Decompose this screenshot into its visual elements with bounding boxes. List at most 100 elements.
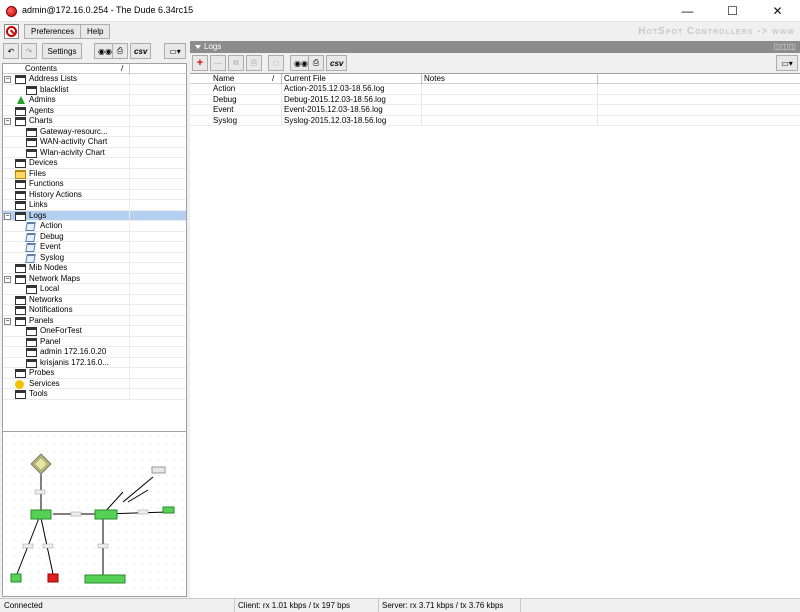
collapse-arrow-icon[interactable] — [195, 45, 201, 49]
remove-icon[interactable]: — — [210, 55, 226, 71]
table-row[interactable]: Action Action-2015.12.03-18.56.log — [190, 84, 800, 95]
tree-item-krisjanis-172-16-0[interactable]: krisjanis 172.16.0... — [3, 357, 186, 368]
title-bar: admin@172.16.0.254 - The Dude 6.34rc15 —… — [0, 0, 800, 22]
tree-item-debug[interactable]: Debug — [3, 231, 186, 242]
window-icon — [15, 390, 26, 399]
tree-item-devices[interactable]: Devices — [3, 158, 186, 169]
window-icon — [15, 264, 26, 273]
client-traffic: Client: rx 1.01 kbps / tx 197 bps — [238, 601, 351, 610]
tree-item-mib-nodes[interactable]: Mib Nodes — [3, 263, 186, 274]
log-icon — [25, 253, 36, 263]
view-menu-icon[interactable]: ▭▾ — [776, 55, 798, 71]
panel-title: Logs — [204, 42, 222, 51]
window-icon — [26, 327, 37, 336]
tree-item-event[interactable]: Event — [3, 242, 186, 253]
tree-item-admin-172-16-0-20[interactable]: admin 172.16.0.20 — [3, 347, 186, 358]
tree-item-probes[interactable]: Probes — [3, 368, 186, 379]
tree-item-agents[interactable]: Agents — [3, 105, 186, 116]
tree-item-label: Agents — [29, 105, 54, 115]
csv-export-button[interactable]: csv — [326, 55, 348, 71]
server-traffic: Server: rx 3.71 kbps / tx 3.76 kbps — [382, 601, 504, 610]
tree-header-contents[interactable]: Contents — [25, 64, 57, 73]
tree-item-files[interactable]: Files — [3, 168, 186, 179]
sort-icon: / — [121, 64, 124, 73]
tree-item-gateway-resourc[interactable]: Gateway-resourc... — [3, 126, 186, 137]
tree-item-label: Event — [40, 242, 61, 251]
print-icon[interactable]: ⎙ — [308, 55, 324, 71]
tree-item-blacklist[interactable]: blacklist — [3, 84, 186, 95]
settings-button[interactable]: Settings — [42, 43, 82, 59]
table-row[interactable]: Debug Debug-2015.12.03-18.56.log — [190, 94, 800, 105]
minimize-button[interactable]: — — [665, 0, 710, 22]
tree-item-label: Tools — [29, 389, 48, 398]
collapse-toggle-icon[interactable]: − — [4, 212, 11, 220]
window-icon — [15, 295, 26, 305]
window-icon — [15, 306, 26, 315]
collapse-toggle-icon[interactable]: − — [4, 275, 11, 283]
tree-item-network-maps[interactable]: − Network Maps — [3, 273, 186, 284]
window-icon — [26, 127, 37, 137]
window-icon — [26, 85, 37, 95]
tree-item-label: krisjanis 172.16.0... — [40, 357, 109, 367]
tree-item-functions[interactable]: Functions — [3, 179, 186, 190]
copy-icon[interactable]: ⧉ — [228, 55, 244, 71]
tree-item-label: Charts — [29, 116, 53, 125]
print-icon[interactable]: ⎙ — [112, 43, 128, 59]
paste-icon[interactable]: ⎙ — [246, 55, 262, 71]
log-name-cell: Syslog — [213, 115, 238, 125]
collapse-toggle-icon[interactable]: − — [4, 118, 11, 125]
tree-item-wlan-acivity-chart[interactable]: Wlan-acivity Chart — [3, 147, 186, 158]
redo-icon[interactable]: ↷ — [21, 43, 37, 59]
window-icon — [15, 106, 26, 116]
table-row[interactable]: Syslog Syslog-2015.12.03-18.56.log — [190, 115, 800, 126]
network-map-graphic — [10, 453, 175, 584]
tree-item-wan-activity-chart[interactable]: WAN-activity Chart — [3, 137, 186, 148]
tree-item-label: Files — [29, 168, 46, 178]
admin-icon — [15, 96, 26, 105]
view-menu-icon[interactable]: ▭▾ — [164, 43, 186, 59]
tree-item-panels[interactable]: − Panels — [3, 315, 186, 326]
tree-item-label: Logs — [29, 210, 47, 220]
tree-item-onefortest[interactable]: OneForTest — [3, 326, 186, 337]
tree-item-label: Functions — [29, 179, 64, 188]
table-row[interactable]: Event Event-2015.12.03-18.56.log — [190, 105, 800, 116]
column-name[interactable]: Name — [213, 74, 234, 83]
tree-item-label: WAN-activity Chart — [40, 137, 108, 146]
panel-layout-icons[interactable]: ◫◫◫ — [773, 42, 796, 51]
network-map-preview[interactable] — [2, 431, 187, 597]
tree-item-address-lists[interactable]: − Address Lists — [3, 74, 186, 85]
column-current-file[interactable]: Current File — [284, 74, 326, 83]
maximize-button[interactable]: ☐ — [710, 0, 755, 22]
close-button[interactable]: ✕ — [755, 0, 800, 22]
window-icon — [26, 337, 37, 347]
column-notes[interactable]: Notes — [424, 74, 445, 83]
tree-item-charts[interactable]: − Charts — [3, 116, 186, 127]
tree-item-logs[interactable]: − Logs — [3, 210, 186, 221]
tree-item-admins[interactable]: Admins — [3, 95, 186, 106]
tree-item-services[interactable]: Services — [3, 378, 186, 389]
current-file-cell: Syslog-2015.12.03-18.56.log — [284, 115, 387, 125]
tree-header: Contents / — [3, 64, 186, 74]
tree-item-networks[interactable]: Networks — [3, 294, 186, 305]
tree-item-history-actions[interactable]: History Actions — [3, 189, 186, 200]
tree-item-action[interactable]: Action — [3, 221, 186, 232]
tree-item-syslog[interactable]: Syslog — [3, 252, 186, 263]
help-button[interactable]: Help — [80, 24, 111, 39]
preferences-button[interactable]: Preferences — [24, 24, 82, 39]
undo-icon[interactable]: ↶ — [3, 43, 19, 59]
tree-item-local[interactable]: Local — [3, 284, 186, 295]
csv-export-button[interactable]: csv — [130, 43, 152, 59]
window-icon — [15, 180, 26, 189]
tree-item-panel[interactable]: Panel — [3, 336, 186, 347]
disconnect-icon[interactable] — [4, 24, 19, 39]
contents-tree: Contents / − Address Lists blacklist Admins… — [2, 63, 187, 470]
collapse-toggle-icon[interactable]: − — [4, 317, 11, 325]
tree-item-links[interactable]: Links — [3, 200, 186, 211]
tree-item-notifications[interactable]: Notifications — [3, 305, 186, 316]
collapse-toggle-icon[interactable]: − — [4, 76, 11, 83]
add-icon[interactable]: + — [192, 55, 208, 71]
tree-item-label: Debug — [40, 231, 64, 241]
tree-item-tools[interactable]: Tools — [3, 389, 186, 400]
note-icon[interactable]: □ — [268, 55, 284, 71]
tree-item-label: Devices — [29, 158, 58, 167]
